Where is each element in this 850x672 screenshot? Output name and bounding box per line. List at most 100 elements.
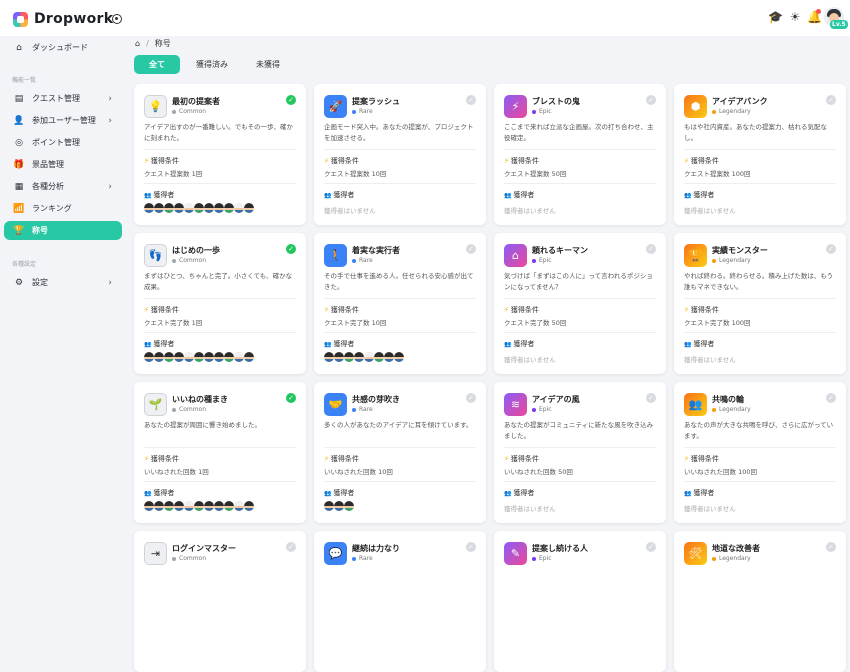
- rarity-label: Epic: [532, 257, 552, 264]
- achiever-avatar[interactable]: [354, 352, 364, 362]
- condition-value: クエスト提案数 50回: [504, 170, 567, 178]
- achiever-avatar[interactable]: [224, 352, 234, 362]
- tab-all[interactable]: 全て: [134, 55, 180, 74]
- badge-name: いいねの種まき: [172, 395, 228, 404]
- achiever-avatar[interactable]: [174, 203, 184, 213]
- achiever-avatar[interactable]: [214, 203, 224, 213]
- app-name: Dropwork: [34, 11, 114, 27]
- badge-card[interactable]: ≋ アイデアの風 Epic ✓ あなたの提案がコミュニティに新たな風を吹き込みました。 ⚡…: [494, 382, 666, 523]
- achiever-avatar[interactable]: [154, 203, 164, 213]
- achiever-avatar[interactable]: [334, 352, 344, 362]
- achiever-avatar[interactable]: [174, 352, 184, 362]
- sidebar-toggle-icon[interactable]: [112, 14, 122, 24]
- badge-card[interactable]: ⇥ ログインマスター Common ✓: [134, 531, 306, 672]
- achiever-avatar[interactable]: [164, 501, 174, 511]
- achiever-avatar[interactable]: [214, 352, 224, 362]
- achiever-avatar[interactable]: [184, 501, 194, 511]
- achiever-avatar[interactable]: [154, 352, 164, 362]
- sidebar-item-4[interactable]: ▦ 各種分析 ›: [4, 177, 122, 196]
- badge-card[interactable]: ⬢ アイデアバンク Legendary ✓ もはや社内資産。あなたの提案力、枯れる気配な…: [674, 84, 846, 225]
- badge-card[interactable]: 💬 継続は力なり Rare ✓: [314, 531, 486, 672]
- achiever-avatar[interactable]: [204, 352, 214, 362]
- achiever-avatar[interactable]: [234, 501, 244, 511]
- sidebar-item-3[interactable]: 🎁 景品管理: [4, 155, 122, 174]
- badge-card[interactable]: 🤝 共感の芽吹き Rare ✓ 多くの人があなたのアイデアに耳を傾けています。 ⚡ 獲得条件…: [314, 382, 486, 523]
- badge-card[interactable]: 🚶 着実な実行者 Rare ✓ その手で仕事を進める人。任せられる安心感が出てきた。 ⚡ 獲…: [314, 233, 486, 374]
- achiever-avatar[interactable]: [224, 203, 234, 213]
- achievers-heading: 👥 獲得者: [504, 339, 534, 349]
- achiever-avatar[interactable]: [204, 203, 214, 213]
- users-icon: 👤: [13, 115, 25, 126]
- achiever-avatar[interactable]: [374, 352, 384, 362]
- badge-card[interactable]: ⚡ ブレストの鬼 Epic ✓ ここまで来れば立派な企画屋。次の打ち合わせ、主役確定。 ⚡…: [494, 84, 666, 225]
- badge-card[interactable]: 👣 はじめの一歩 Common ✓ まずはひとつ、ちゃんと完了。小さくても、確かな成果。…: [134, 233, 306, 374]
- badge-card[interactable]: ⌂ 頼れるキーマン Epic ✓ 気づけば「まずはこの人に」って言われるポジションになっ…: [494, 233, 666, 374]
- achiever-avatar[interactable]: [154, 501, 164, 511]
- badge-card[interactable]: 👥 共鳴の輪 Legendary ✓ あなたの声が大きな共鳴を呼び、さらに広がっています…: [674, 382, 846, 523]
- achiever-avatar[interactable]: [384, 352, 394, 362]
- achiever-avatar[interactable]: [394, 352, 404, 362]
- achiever-avatar[interactable]: [244, 501, 254, 511]
- achiever-avatar[interactable]: [144, 203, 154, 213]
- rarity-dot: [172, 556, 176, 561]
- rarity-dot: [532, 407, 536, 412]
- tab-unacquired[interactable]: 未獲得: [244, 55, 292, 74]
- achiever-avatar[interactable]: [144, 501, 154, 511]
- achiever-avatar[interactable]: [344, 352, 354, 362]
- sidebar-item-0[interactable]: ▤ クエスト管理 ›: [4, 89, 122, 108]
- badge-card[interactable]: 🚀 提案ラッシュ Rare ✓ 企画モード突入中。あなたの提案が、プロジェクトを加速させ…: [314, 84, 486, 225]
- app-logo[interactable]: Dropwork: [13, 11, 113, 27]
- sidebar-item-5[interactable]: 📶 ランキング: [4, 199, 122, 218]
- sidebar-item-label: ダッシュボード: [32, 43, 88, 52]
- achiever-avatar[interactable]: [364, 352, 374, 362]
- achiever-avatar[interactable]: [234, 203, 244, 213]
- achiever-avatar[interactable]: [164, 352, 174, 362]
- achiever-avatar[interactable]: [184, 352, 194, 362]
- home-icon[interactable]: ⌂: [135, 39, 140, 48]
- sidebar-item-1[interactable]: 👤 参加ユーザー管理 ›: [4, 111, 122, 130]
- people-icon: 👥: [144, 490, 154, 497]
- achiever-avatar[interactable]: [184, 203, 194, 213]
- graduation-cap-icon[interactable]: 🎓: [768, 10, 783, 24]
- achiever-avatar[interactable]: [144, 352, 154, 362]
- achiever-avatar[interactable]: [244, 203, 254, 213]
- condition-value: クエスト提案数 100回: [684, 170, 751, 178]
- condition-heading: ⚡ 獲得条件: [144, 156, 179, 166]
- achiever-avatar[interactable]: [234, 352, 244, 362]
- achiever-avatar[interactable]: [164, 203, 174, 213]
- badge-card[interactable]: ✎ 提案し続ける人 Epic ✓: [494, 531, 666, 672]
- achievers-heading: 👥 獲得者: [504, 488, 534, 498]
- sun-icon[interactable]: ☀: [788, 10, 802, 24]
- achiever-avatar[interactable]: [334, 501, 344, 511]
- achiever-avatar[interactable]: [224, 501, 234, 511]
- tab-acquired[interactable]: 獲得済み: [184, 55, 240, 74]
- trophy-icon: 🏆: [684, 244, 707, 267]
- badge-card[interactable]: 🌱 いいねの種まき Common ✓ あなたの提案が周囲に響き始めました。 ⚡ 獲得条件 いい…: [134, 382, 306, 523]
- condition-label: 獲得条件: [330, 306, 359, 314]
- achiever-avatar[interactable]: [204, 501, 214, 511]
- achiever-avatar[interactable]: [324, 501, 334, 511]
- achievers-heading: 👥 獲得者: [324, 339, 354, 349]
- achiever-avatar[interactable]: [324, 352, 334, 362]
- sidebar-item-dashboard[interactable]: ⌂ ダッシュボード: [4, 38, 122, 57]
- achiever-avatar[interactable]: [344, 501, 354, 511]
- badge-card[interactable]: 💡 最初の提案者 Common ✓ アイデア出すのが一番難しい。でもその一歩、確かに刻ま…: [134, 84, 306, 225]
- tools-icon: 🛠: [684, 542, 707, 565]
- achiever-avatar[interactable]: [244, 352, 254, 362]
- achievers-label: 獲得者: [333, 489, 355, 497]
- badge-name: 実績モンスター: [712, 246, 768, 255]
- achiever-avatar[interactable]: [214, 501, 224, 511]
- achiever-avatar[interactable]: [194, 203, 204, 213]
- sidebar-item-2[interactable]: ◎ ポイント管理: [4, 133, 122, 152]
- check-circle-icon: ✓: [646, 244, 656, 254]
- sidebar-item-label: 参加ユーザー管理: [32, 116, 96, 125]
- badge-card[interactable]: 🏆 実績モンスター Legendary ✓ やれば終わる。終わらせる。積み上げた数は、も…: [674, 233, 846, 374]
- sidebar-item-6[interactable]: 🏆 称号: [4, 221, 122, 240]
- badge-card[interactable]: 🛠 地道な改善者 Legendary ✓: [674, 531, 846, 672]
- achiever-avatar[interactable]: [194, 501, 204, 511]
- divider: [324, 149, 476, 150]
- achiever-avatar[interactable]: [194, 352, 204, 362]
- sidebar-item-settings[interactable]: ⚙ 設定 ›: [4, 273, 122, 292]
- check-circle-icon: ✓: [826, 244, 836, 254]
- achiever-avatar[interactable]: [174, 501, 184, 511]
